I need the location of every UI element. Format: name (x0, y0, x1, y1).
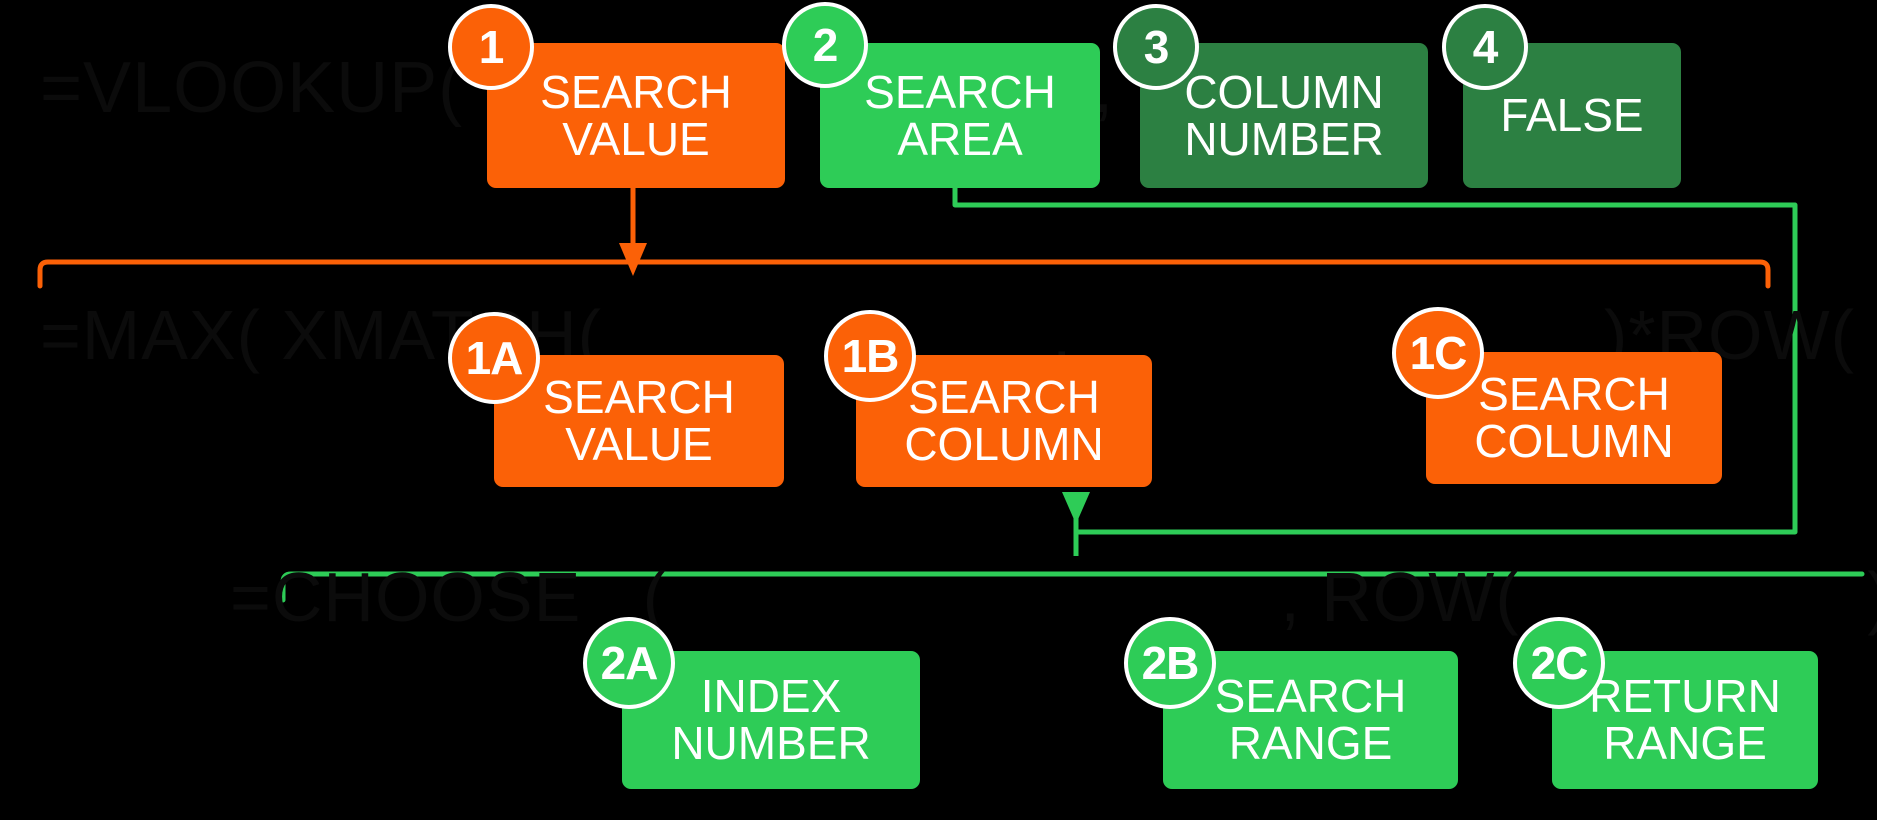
search-value-down-arrow (619, 188, 647, 276)
orange-bracket (37, 259, 1771, 289)
param-box-line1: SEARCH (543, 371, 735, 424)
param-box-line2: NUMBER (1184, 112, 1384, 165)
param-box-line1: FALSE (1500, 89, 1644, 142)
diagram-canvas: =VLOOKUP( , , , ) SEARCH VALUE 1 SEARCH … (0, 0, 1877, 820)
param-box-search-value-1a[interactable]: SEARCH VALUE (494, 355, 784, 487)
badge-1a[interactable]: 1A (448, 312, 540, 404)
badge-4[interactable]: 4 (1442, 4, 1528, 90)
param-box-line2: RANGE (1228, 717, 1393, 769)
param-box-line2: VALUE (565, 418, 713, 470)
param-box-line1: SEARCH (540, 65, 732, 118)
param-box-line2: AREA (897, 112, 1023, 165)
param-box-line2: VALUE (562, 112, 710, 165)
badge-2c[interactable]: 2C (1513, 617, 1605, 709)
param-box-line1: COLUMN (1184, 65, 1384, 118)
param-box-line1: INDEX (700, 670, 842, 723)
param-box-line2: COLUMN (1474, 415, 1674, 467)
param-box-line1: SEARCH (908, 371, 1100, 424)
param-box-line1: RETURN (1589, 670, 1781, 723)
param-box-line2: RANGE (1603, 717, 1767, 769)
param-box-line1: SEARCH (1478, 368, 1670, 421)
param-box-line1: SEARCH (864, 65, 1056, 118)
badge-2a[interactable]: 2A (583, 617, 675, 709)
param-box-line2: NUMBER (671, 717, 871, 769)
badge-2[interactable]: 2 (782, 2, 868, 88)
badge-2b[interactable]: 2B (1124, 617, 1216, 709)
badge-1b[interactable]: 1B (824, 310, 916, 402)
param-box-line1: SEARCH (1214, 670, 1407, 723)
badge-1[interactable]: 1 (448, 4, 534, 90)
param-box-line2: COLUMN (904, 418, 1104, 470)
param-box-search-value[interactable]: SEARCH VALUE (487, 43, 785, 188)
badge-1c[interactable]: 1C (1392, 307, 1484, 399)
badge-3[interactable]: 3 (1113, 4, 1199, 90)
formula-text-index: =CHOOSE ( , ROW( ) , ) (230, 558, 1877, 636)
